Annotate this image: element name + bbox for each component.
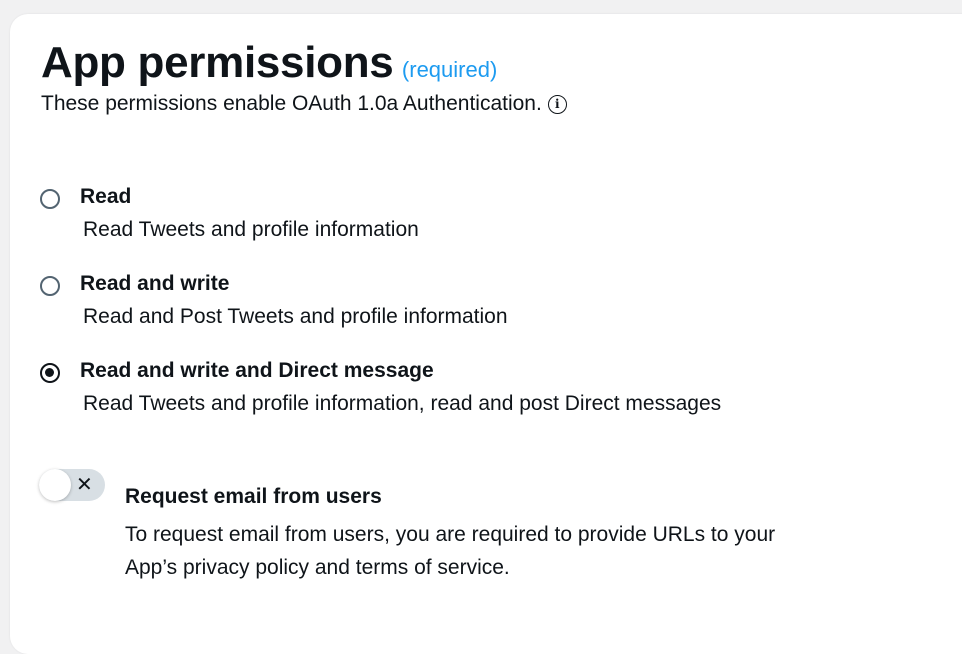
- radio-read-write-dm[interactable]: [40, 363, 60, 383]
- required-label: (required): [401, 57, 498, 82]
- email-request-label: Request email from users: [125, 485, 382, 508]
- option-description-read-write-dm: Read Tweets and profile information, rea…: [83, 392, 722, 415]
- info-icon[interactable]: i: [547, 95, 567, 114]
- email-request-description-line-2: App’s privacy policy and terms of servic…: [125, 556, 510, 579]
- email-request-description: To request email from users, you are req…: [125, 518, 925, 584]
- option-label-read-write: Read and write: [80, 272, 230, 295]
- toggle-knob: [39, 469, 71, 501]
- email-request-toggle[interactable]: ✕: [39, 469, 105, 501]
- option-label-read: Read: [80, 185, 132, 208]
- close-icon: ✕: [76, 474, 93, 496]
- radio-read[interactable]: [40, 189, 60, 209]
- option-description-read: Read Tweets and profile information: [83, 218, 419, 241]
- email-request-description-line-1: To request email from users, you are req…: [125, 523, 776, 546]
- title-row: App permissions (required): [41, 38, 497, 88]
- radio-read-write[interactable]: [40, 276, 60, 296]
- permissions-subtitle: These permissions enable OAuth 1.0a Auth…: [41, 92, 567, 116]
- option-label-read-write-dm: Read and write and Direct message: [80, 359, 434, 382]
- option-description-read-write: Read and Post Tweets and profile informa…: [83, 305, 508, 328]
- subtitle-text: These permissions enable OAuth 1.0a Auth…: [41, 92, 542, 115]
- page-title: App permissions: [41, 38, 394, 87]
